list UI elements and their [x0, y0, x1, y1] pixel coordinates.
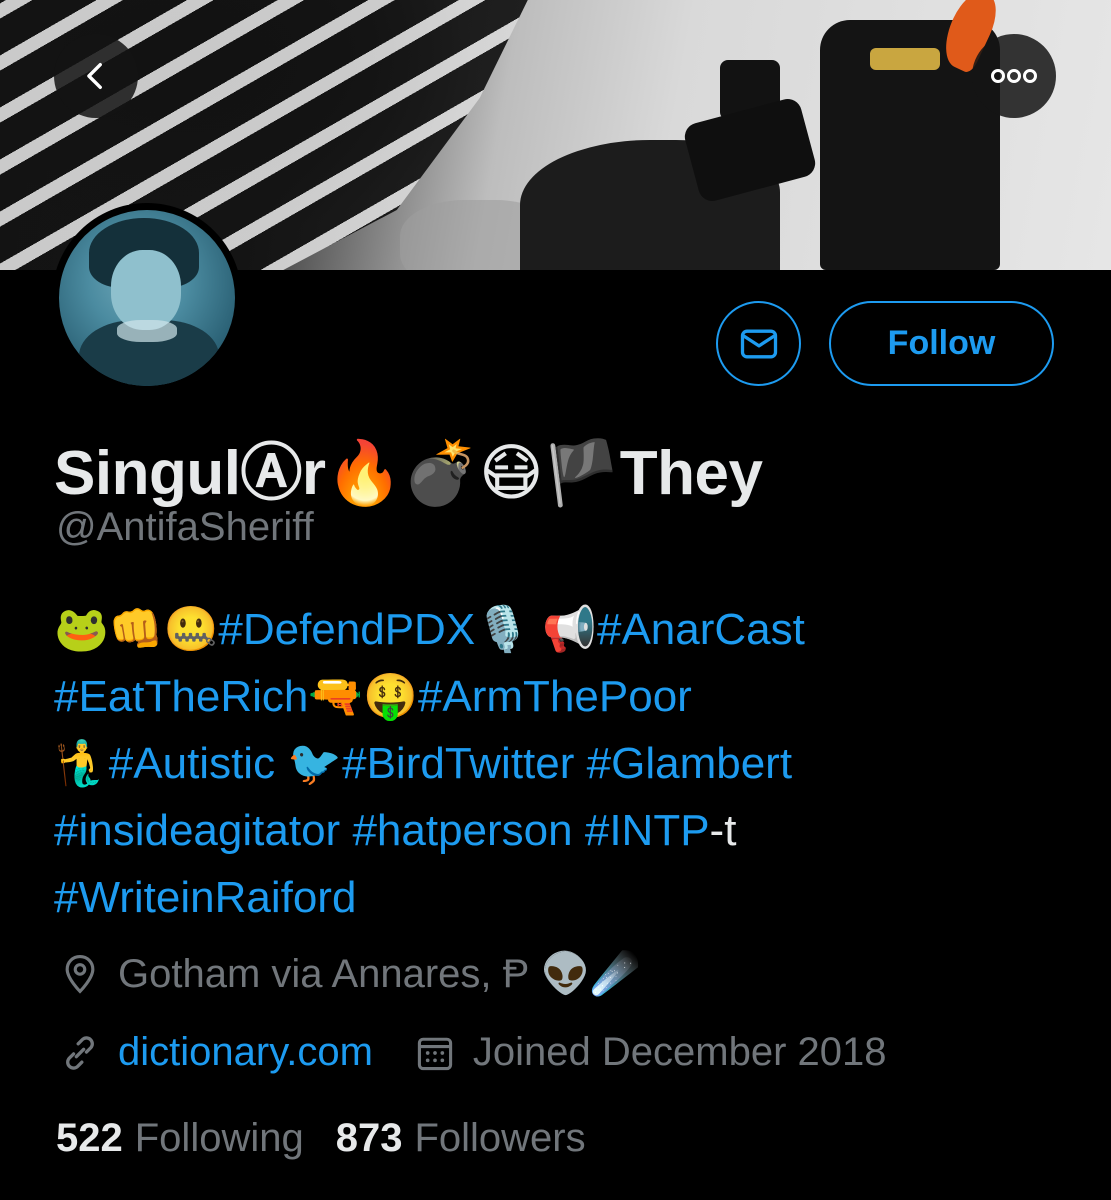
followers-label: Followers	[414, 1116, 586, 1160]
bio-line: #WriteinRaiford	[54, 864, 1054, 931]
hashtag-link[interactable]: #EatTheRich	[54, 672, 308, 721]
hashtag-link[interactable]: #DefendPDX	[218, 605, 475, 654]
chevron-left-icon	[87, 62, 102, 90]
bio-text: -t	[709, 806, 737, 855]
link-joined-row: dictionary.com Joined December 2018	[58, 1030, 887, 1075]
hashtag-link[interactable]: #INTP	[585, 806, 710, 855]
hashtag-link[interactable]: #ArmThePoor	[418, 672, 692, 721]
message-button[interactable]	[716, 301, 801, 386]
avatar[interactable]	[52, 203, 242, 393]
hashtag-link[interactable]: #Autistic	[109, 739, 275, 788]
calendar-icon	[417, 1037, 453, 1070]
envelope-icon	[740, 329, 777, 358]
back-button[interactable]	[54, 34, 138, 118]
bio-text	[340, 806, 352, 855]
link-icon	[66, 1035, 94, 1070]
username-handle: @AntifaSheriff	[56, 505, 314, 549]
profile-bio: 🐸👊🤐#DefendPDX🎙️ 📢#AnarCast #EatTheRich🔫🤑#…	[54, 596, 1054, 931]
location-pin-icon	[65, 954, 95, 994]
banner-shape	[681, 95, 819, 205]
bio-line: #EatTheRich🔫🤑#ArmThePoor	[54, 663, 1054, 730]
hashtag-link[interactable]: #insideagitator	[54, 806, 340, 855]
bio-text	[574, 739, 586, 788]
hashtag-link[interactable]: #Glambert	[587, 739, 792, 788]
hashtag-link[interactable]: #hatperson	[352, 806, 572, 855]
hashtag-link[interactable]: #WriteinRaiford	[54, 873, 356, 922]
bio-text: 🎙️ 📢	[475, 605, 597, 654]
joined-text: Joined December 2018	[472, 1030, 887, 1074]
website-link[interactable]: dictionary.com	[58, 1030, 373, 1075]
following-count: 522	[56, 1116, 123, 1160]
location-row: Gotham via Annares, Ᵽ 👽☄️	[58, 950, 640, 997]
follow-stats: 522 Following 873 Followers	[56, 1116, 586, 1161]
location-text: Gotham via Annares, Ᵽ 👽☄️	[118, 952, 641, 996]
more-options-button[interactable]	[972, 34, 1056, 118]
follow-button[interactable]: Follow	[829, 301, 1054, 386]
bio-text	[573, 806, 585, 855]
bio-line: 🧜‍♂️#Autistic 🐦#BirdTwitter #Glambert	[54, 730, 1054, 797]
followers-count: 873	[335, 1116, 403, 1160]
avatar-image	[59, 210, 235, 386]
bio-text: 🐸👊🤐	[54, 605, 219, 654]
following-stat[interactable]: 522 Following	[56, 1116, 304, 1161]
hashtag-link[interactable]: #BirdTwitter	[342, 739, 574, 788]
joined-date: Joined December 2018	[413, 1030, 887, 1075]
more-horizontal-icon	[991, 69, 1037, 83]
website-link-text[interactable]: dictionary.com	[118, 1030, 373, 1075]
bio-text: 🐦	[275, 739, 343, 788]
bio-line: #insideagitator #hatperson #INTP-t	[54, 797, 1054, 864]
followers-stat[interactable]: 873 Followers	[336, 1116, 586, 1161]
display-name: SingulⒶr🔥💣😷🏴They	[54, 439, 763, 508]
bio-line: 🐸👊🤐#DefendPDX🎙️ 📢#AnarCast	[54, 596, 1054, 663]
hashtag-link[interactable]: #AnarCast	[597, 605, 805, 654]
following-label: Following	[134, 1116, 304, 1160]
bio-text: 🔫🤑	[308, 672, 418, 721]
bio-text: 🧜‍♂️	[54, 739, 109, 788]
